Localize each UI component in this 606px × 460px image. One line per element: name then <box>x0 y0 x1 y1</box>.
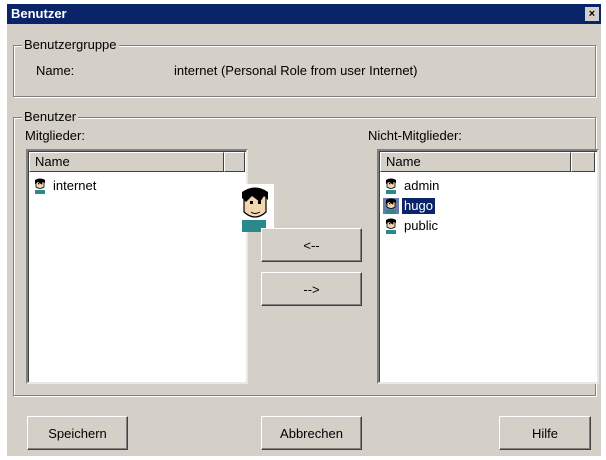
user-icon <box>383 178 399 194</box>
title-bar: Benutzer × <box>7 4 601 24</box>
nonmember-name: hugo <box>402 197 435 214</box>
member-name: internet <box>53 177 97 193</box>
list-item-selected[interactable]: hugo <box>383 195 435 215</box>
nonmember-name: public <box>404 217 438 233</box>
members-blank-column-header[interactable] <box>224 152 245 172</box>
help-button[interactable]: Hilfe <box>499 416 591 450</box>
user-icon <box>32 178 48 194</box>
list-item[interactable]: internet <box>32 175 98 195</box>
close-button[interactable]: × <box>585 7 599 21</box>
nonmember-name: admin <box>404 177 440 193</box>
group-name-label: Name: <box>36 63 75 78</box>
user-group-legend: Benutzergruppe <box>22 37 119 53</box>
user-icon <box>383 218 399 234</box>
benutzer-dialog: Benutzer × Benutzergruppe Name: internet… <box>7 4 601 456</box>
remove-from-members-button[interactable]: --> <box>261 272 362 306</box>
save-button[interactable]: Speichern <box>27 416 128 450</box>
members-name-column-header[interactable]: Name <box>29 152 224 172</box>
members-label: Mitglieder: <box>25 128 85 143</box>
list-item[interactable]: public <box>383 215 440 235</box>
add-to-members-button[interactable]: <-- <box>261 228 362 262</box>
group-name-value: internet (Personal Role from user Intern… <box>174 63 418 78</box>
cancel-button[interactable]: Abbrechen <box>261 416 362 450</box>
user-drag-icon <box>236 184 274 232</box>
members-name-column-label: Name <box>35 154 70 169</box>
nonmembers-blank-column-header[interactable] <box>571 152 595 172</box>
close-icon: × <box>588 8 596 20</box>
members-list[interactable]: Name internet <box>26 149 248 384</box>
nonmembers-list[interactable]: Name admin hugo public <box>377 149 599 384</box>
nonmembers-label: Nicht-Mitglieder: <box>368 128 462 143</box>
nonmembers-name-column-label: Name <box>386 154 421 169</box>
list-item[interactable]: admin <box>383 175 441 195</box>
users-legend: Benutzer <box>22 109 79 125</box>
user-icon <box>383 197 399 214</box>
nonmembers-name-column-header[interactable]: Name <box>380 152 571 172</box>
window-title: Benutzer <box>11 6 67 21</box>
